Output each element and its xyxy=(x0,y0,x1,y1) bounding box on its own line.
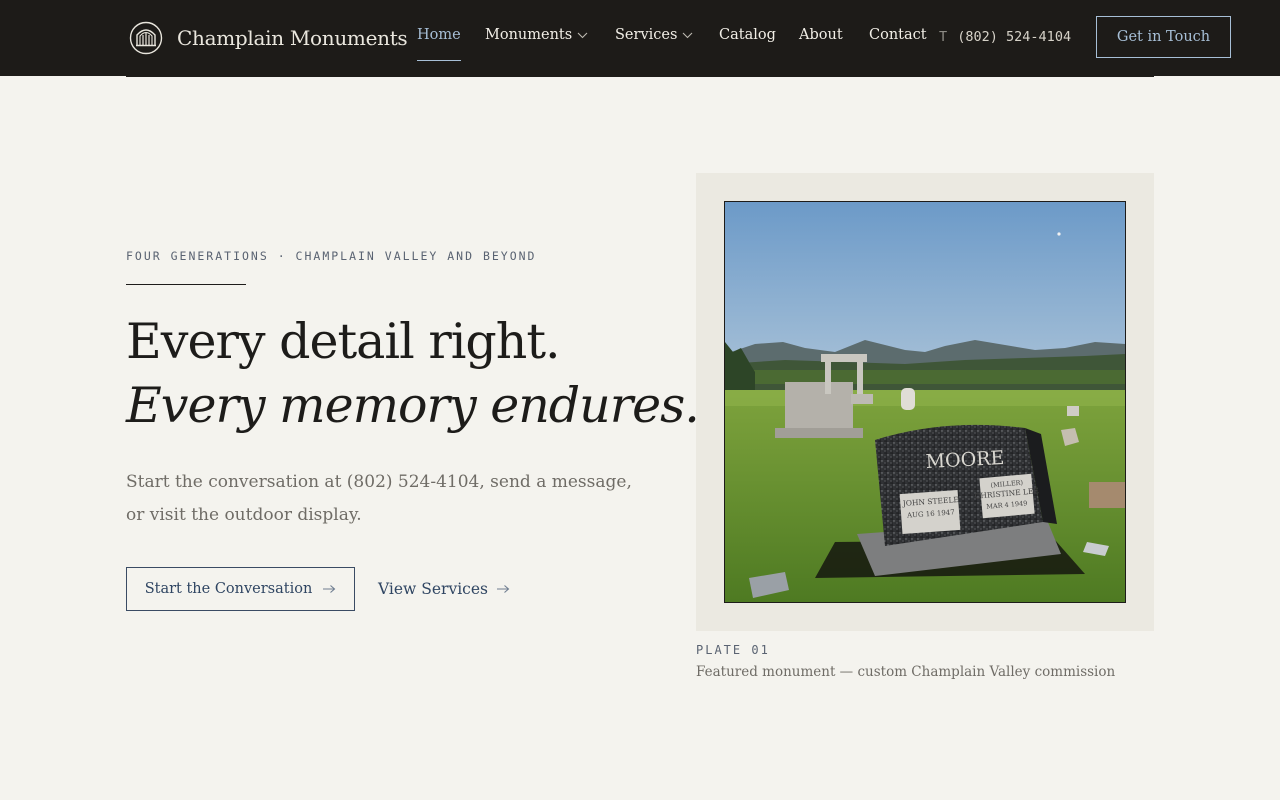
phone-number: (802) 524-4104 xyxy=(957,29,1072,45)
monument-photo: MOORE JOHN STEELE AUG 16 1947 (MILLER) C… xyxy=(724,201,1126,603)
chevron-down-icon xyxy=(577,32,588,38)
eyebrow-divider xyxy=(126,284,246,285)
headline-line-2: Every memory endures. xyxy=(126,377,700,434)
arrow-right-icon xyxy=(496,585,510,593)
monument-photo-illustration: MOORE JOHN STEELE AUG 16 1947 (MILLER) C… xyxy=(725,202,1125,602)
monument-family-name: MOORE xyxy=(925,447,1005,473)
nav-home-label: Home xyxy=(417,27,461,43)
nav-home[interactable]: Home xyxy=(417,27,461,61)
nav-monuments[interactable]: Monuments xyxy=(485,27,588,43)
start-conversation-button[interactable]: Start the Conversation xyxy=(126,567,355,611)
view-services-label: View Services xyxy=(378,580,488,598)
active-underline xyxy=(417,60,461,61)
nav-about[interactable]: About xyxy=(799,27,843,43)
get-in-touch-button[interactable]: Get in Touch xyxy=(1096,16,1231,58)
header-divider xyxy=(126,76,1154,77)
plate-caption: Featured monument — custom Champlain Val… xyxy=(696,664,1116,680)
nav-catalog-label: Catalog xyxy=(719,27,776,43)
plate-number: PLATE 01 xyxy=(696,643,770,657)
featured-plate: MOORE JOHN STEELE AUG 16 1947 (MILLER) C… xyxy=(696,173,1154,631)
brand-name: Champlain Monuments xyxy=(177,26,408,50)
nav-services[interactable]: Services xyxy=(615,27,693,43)
start-conversation-label: Start the Conversation xyxy=(144,581,313,597)
site-header: Champlain Monuments Home Monuments Servi… xyxy=(0,0,1280,76)
arch-columns-icon xyxy=(129,21,163,55)
brand-home-link[interactable]: Champlain Monuments xyxy=(129,21,408,55)
chevron-down-icon xyxy=(683,32,693,38)
arrow-right-icon xyxy=(323,585,336,593)
hero-headline: Every detail right. Every memory endures… xyxy=(126,310,700,438)
hero-lede: Start the conversation at (802) 524-4104… xyxy=(126,472,632,525)
headline-line-1: Every detail right. xyxy=(126,313,561,370)
nav-services-label: Services xyxy=(615,27,678,43)
nav-about-label: About xyxy=(799,27,843,43)
hero-eyebrow: FOUR GENERATIONS · CHAMPLAIN VALLEY AND … xyxy=(126,249,537,263)
view-services-link[interactable]: View Services xyxy=(378,567,510,611)
phone-prefix: T xyxy=(939,29,948,45)
nav-contact-label: Contact xyxy=(869,27,927,43)
nav-monuments-label: Monuments xyxy=(485,27,573,43)
header-phone-link[interactable]: T (802) 524-4104 xyxy=(939,29,1071,45)
nav-catalog[interactable]: Catalog xyxy=(719,27,776,43)
nav-contact[interactable]: Contact xyxy=(869,27,927,43)
